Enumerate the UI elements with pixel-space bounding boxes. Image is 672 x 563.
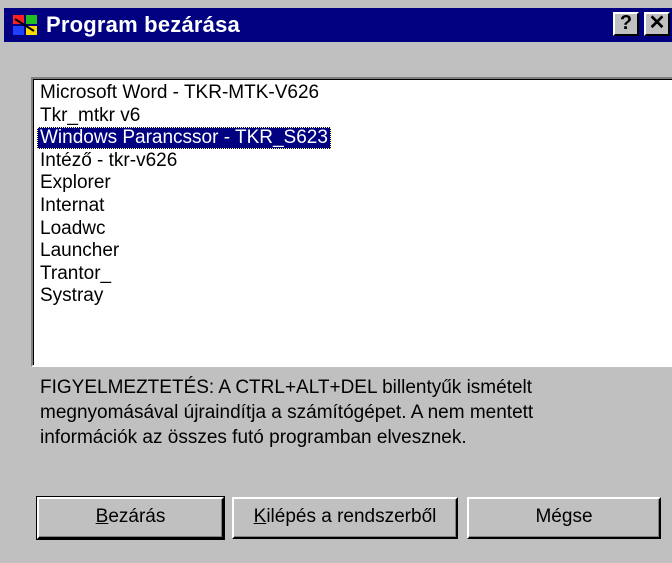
warning-line: információk az összes futó programban el… [40,427,467,448]
program-list-item[interactable]: Microsoft Word - TKR-MTK-V626 [37,82,322,104]
shutdown-button[interactable]: Kilépés a rendszerből [232,497,458,539]
warning-line: FIGYELMEZTETÉS: A CTRL+ALT+DEL billentyű… [40,377,533,398]
close-icon: ✕ [648,12,666,34]
shutdown-label: ilépés a rendszerből [266,506,437,527]
program-list-item[interactable]: Trantor_ [37,263,114,285]
end-task-label: ezárás [108,506,166,527]
program-list-item[interactable]: Systray [37,285,106,307]
program-list-item[interactable]: Tkr_mtkr v6 [37,105,143,127]
program-list[interactable]: Microsoft Word - TKR-MTK-V626 Tkr_mtkr v6… [31,77,672,367]
window-title: Program bezárása [46,12,240,37]
warning-text: FIGYELMEZTETÉS: A CTRL+ALT+DEL billentyű… [40,375,660,450]
program-list-item[interactable]: Intéző - tkr-v626 [37,150,180,172]
title-bar[interactable]: Program bezárása ? ✕ [4,8,672,42]
program-list-item[interactable]: Loadwc [37,218,109,240]
end-task-mnemonic: B [95,506,109,527]
program-list-item[interactable]: Launcher [37,240,122,262]
cancel-label: Mégse [535,506,593,527]
help-button[interactable]: ? [613,12,639,36]
program-list-item[interactable]: Internat [37,195,107,217]
help-icon: ? [619,12,633,34]
program-list-item[interactable]: Windows Parancssor - TKR_S623 [37,127,331,150]
program-list-item[interactable]: Explorer [37,172,114,194]
shutdown-mnemonic: K [253,506,267,527]
cancel-button[interactable]: Mégse [467,497,661,539]
close-window-button[interactable]: ✕ [644,12,670,36]
close-program-dialog: Program bezárása ? ✕ Microsoft Word - TK… [0,0,672,563]
end-task-button[interactable]: Bezárás [36,496,225,540]
warning-line: megnyomásával újraindítja a számítógépet… [40,402,534,423]
program-window-icon [13,15,37,35]
